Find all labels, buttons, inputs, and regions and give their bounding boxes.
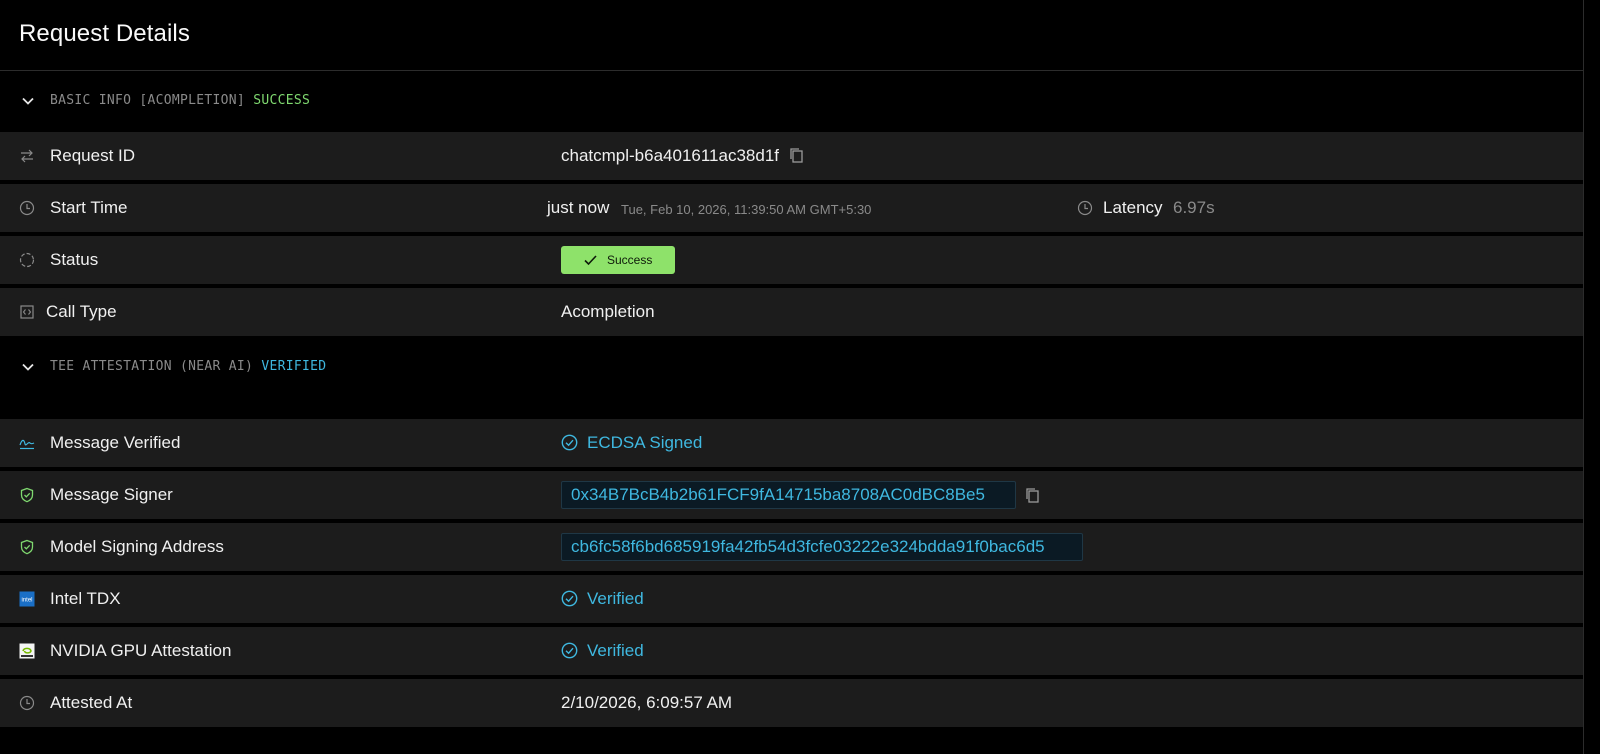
tee-attestation-section-title: TEE ATTESTATION (NEAR AI) VERIFIED [50,359,326,374]
status-label: Status [50,250,99,269]
request-id-text: chatcmpl-b6a401611ac38d1f [561,146,780,165]
intel-tdx-label: Intel TDX [50,589,121,608]
chevron-down-icon [22,363,34,371]
scrollbar-track[interactable] [1583,0,1600,754]
model-signing-address-label: Model Signing Address [50,537,224,556]
message-verified-row: Message Verified ECDSA Signed [0,419,1583,467]
intel-tdx-text: Verified [587,589,644,608]
message-verified-label: Message Verified [50,433,181,452]
status-badge-text: Success [607,253,653,267]
shield-check-icon [20,487,34,503]
tee-attestation-section-toggle[interactable]: TEE ATTESTATION (NEAR AI) VERIFIED [0,338,1583,418]
message-signer-label: Message Signer [50,485,173,504]
nvidia-gpu-row: NVIDIA GPU Attestation Verified [0,627,1583,675]
copy-icon[interactable] [1025,487,1040,503]
latency-label: Latency [1103,198,1163,217]
request-id-value: chatcmpl-b6a401611ac38d1f [561,146,804,166]
nvidia-logo-icon [19,643,35,659]
shield-check-icon [20,539,34,555]
arrows-swap-icon [21,149,33,163]
nvidia-gpu-label: NVIDIA GPU Attestation [50,641,232,660]
clock-icon [19,695,35,711]
intel-tdx-value: Verified [561,589,644,609]
request-id-label: Request ID [50,146,136,165]
start-time-absolute: Tue, Feb 10, 2026, 11:39:50 AM GMT+5:30 [621,202,872,217]
code-box-icon [20,305,34,319]
basic-info-section-title: BASIC INFO [ACOMPLETION] SUCCESS [50,93,310,108]
model-signing-address-value[interactable]: cb6fc58f6bd685919fa42fb54d3fcfe03222e324… [561,533,1083,561]
attested-at-value: 2/10/2026, 6:09:57 AM [561,693,733,712]
tee-attestation-label: TEE ATTESTATION (NEAR AI) [50,359,254,374]
request-id-row: Request ID chatcmpl-b6a401611ac38d1f [0,132,1583,180]
check-circle-icon [561,590,578,607]
start-time-relative: just now [547,198,610,217]
clock-icon [19,200,35,216]
message-verified-text: ECDSA Signed [587,433,703,452]
check-circle-icon [561,642,578,659]
intel-tdx-row: intel Intel TDX Verified [0,575,1583,623]
status-circle-icon [19,252,35,268]
intel-logo-icon: intel [19,591,35,607]
message-signer-address[interactable]: 0x34B7BcB4b2b61FCF9fA14715ba8708AC0dBC8B… [561,481,1016,509]
check-icon [584,255,597,266]
status-row: Status Success [0,236,1583,284]
basic-info-status: SUCCESS [253,93,311,108]
model-signing-address-row: Model Signing Address cb6fc58f6bd685919f… [0,523,1583,571]
signature-icon [19,439,35,450]
basic-info-label: BASIC INFO [ACOMPLETION] [50,93,246,108]
attested-at-label: Attested At [50,693,133,712]
page-title: Request Details [19,20,190,47]
basic-info-section-toggle[interactable]: BASIC INFO [ACOMPLETION] SUCCESS [0,72,1583,130]
svg-text:intel: intel [21,598,32,604]
attested-at-row: Attested At 2/10/2026, 6:09:57 AM [0,679,1583,727]
call-type-row: Call Type Acompletion [0,288,1583,336]
call-type-value: Acompletion [561,302,655,321]
call-type-label: Call Type [46,302,117,321]
tee-attestation-status: VERIFIED [261,359,327,374]
status-badge: Success [561,246,675,274]
message-signer-row: Message Signer 0x34B7BcB4b2b61FCF9fA1471… [0,471,1583,519]
nvidia-gpu-text: Verified [587,641,644,660]
start-time-label: Start Time [50,198,128,217]
message-verified-value: ECDSA Signed [561,433,702,453]
latency-value: 6.97s [1173,198,1215,217]
copy-icon[interactable] [789,147,804,163]
nvidia-gpu-value: Verified [561,641,644,661]
chevron-down-icon [22,97,34,105]
check-circle-icon [561,434,578,451]
latency-clock-icon [1077,200,1093,216]
page-header: Request Details [0,0,1583,71]
bottom-spacer [0,730,1583,754]
start-time-row: Start Time just now Tue, Feb 10, 2026, 1… [0,184,1583,232]
